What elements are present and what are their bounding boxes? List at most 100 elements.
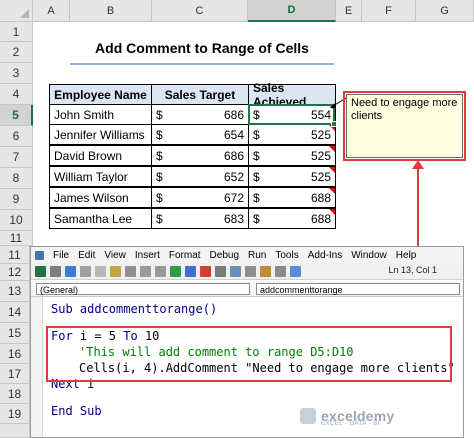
reset-icon[interactable] — [200, 265, 211, 277]
menu-view[interactable]: View — [104, 250, 126, 261]
cell-sales-achieved[interactable]: $525 — [248, 145, 336, 166]
row-header-19[interactable]: 19 — [0, 404, 30, 424]
column-header-a[interactable]: A — [33, 0, 70, 22]
find-icon[interactable] — [125, 265, 136, 277]
paste-icon[interactable] — [110, 265, 121, 277]
cell-employee-name[interactable]: James Wilson — [49, 187, 152, 208]
row-header-5[interactable]: 5 — [0, 105, 33, 126]
sales-target-value: 672 — [223, 190, 244, 205]
procedure-dropdown[interactable]: addcommenttorange — [256, 283, 460, 295]
row-header-3[interactable]: 3 — [0, 63, 33, 84]
column-header-d[interactable]: D — [248, 0, 336, 22]
redo-icon[interactable] — [155, 265, 166, 277]
comment-indicator-icon — [329, 209, 335, 215]
design-mode-icon[interactable] — [215, 265, 226, 277]
cell-sales-achieved[interactable]: $525 — [248, 166, 336, 187]
comment-indicator-icon — [329, 146, 335, 152]
cell-sales-achieved[interactable]: $688 — [248, 187, 336, 208]
object-dropdown[interactable]: (General) — [36, 283, 250, 295]
select-all-corner[interactable] — [0, 0, 33, 22]
watermark-logo: exceldemy EXCEL · DATA · BI — [300, 404, 440, 428]
cut-icon[interactable] — [80, 265, 91, 277]
cell-sales-target[interactable]: $654 — [151, 124, 249, 145]
break-icon[interactable] — [185, 265, 196, 277]
column-header-f[interactable]: F — [362, 0, 416, 22]
row-header-6[interactable]: 6 — [0, 126, 33, 147]
row-header-7[interactable]: 7 — [0, 147, 33, 168]
row-header-12[interactable]: 12 — [0, 264, 30, 281]
row-header-10[interactable]: 10 — [0, 210, 33, 231]
currency-symbol: $ — [156, 169, 163, 184]
column-header-c[interactable]: C — [152, 0, 248, 22]
sheet-title: Add Comment to Range of Cells — [95, 40, 309, 56]
comment-indicator-icon — [329, 167, 335, 173]
cell-employee-name[interactable]: Samantha Lee — [49, 208, 152, 229]
row-header-14[interactable]: 14 — [0, 302, 30, 323]
code-highlight-outline — [46, 326, 452, 382]
toolbox-icon[interactable] — [275, 265, 286, 277]
row-header-8[interactable]: 8 — [0, 168, 33, 189]
cell-employee-name[interactable]: David Brown — [49, 145, 152, 166]
row-header-16[interactable]: 16 — [0, 344, 30, 364]
help-icon[interactable] — [290, 265, 301, 277]
cell-sales-achieved[interactable]: $525 — [248, 124, 336, 145]
insert-module-icon[interactable] — [50, 265, 61, 277]
column-header-e[interactable]: E — [336, 0, 362, 22]
menu-tools[interactable]: Tools — [275, 250, 298, 261]
menu-window[interactable]: Window — [351, 250, 387, 261]
row-header-4[interactable]: 4 — [0, 84, 33, 105]
table-header-sales-achieved[interactable]: Sales Achieved — [248, 81, 336, 109]
fill-handle[interactable] — [331, 121, 337, 127]
column-header-g[interactable]: G — [416, 0, 474, 22]
sales-achieved-value: 688 — [310, 190, 331, 205]
watermark-subtitle: EXCEL · DATA · BI — [321, 421, 381, 427]
cell-employee-name[interactable]: William Taylor — [49, 166, 152, 187]
cell-employee-name[interactable]: Jennifer Williams — [49, 124, 152, 145]
currency-symbol: $ — [156, 211, 163, 226]
cell-sales-target[interactable]: $686 — [151, 145, 249, 166]
row-header-11[interactable]: 11 — [0, 231, 33, 246]
row-header-13[interactable]: 13 — [0, 281, 30, 302]
object-browser-icon[interactable] — [260, 265, 271, 277]
vba-toolbar: Ln 13, Col 1 — [31, 263, 463, 280]
project-explorer-icon[interactable] — [230, 265, 241, 277]
table-header-sales-target[interactable]: Sales Target — [151, 84, 249, 105]
row-header-9[interactable]: 9 — [0, 189, 33, 210]
row-header-11b[interactable]: 11 — [0, 246, 30, 264]
table-header-employee-name[interactable]: Employee Name — [49, 84, 152, 105]
row-header-20[interactable] — [0, 424, 30, 438]
row-header-17[interactable]: 17 — [0, 364, 30, 384]
cell-sales-target[interactable]: $686 — [151, 104, 249, 125]
excel-view-icon[interactable] — [35, 265, 46, 277]
code-margin — [31, 297, 43, 437]
cell-employee-name[interactable]: John Smith — [49, 104, 152, 125]
row-header-1[interactable]: 1 — [0, 22, 33, 42]
menu-format[interactable]: Format — [169, 250, 201, 261]
menu-add-ins[interactable]: Add-Ins — [308, 250, 342, 261]
comment-highlight-outline — [343, 91, 466, 161]
menu-edit[interactable]: Edit — [78, 250, 95, 261]
highlight-arrow-head-icon — [412, 160, 424, 169]
currency-symbol: $ — [253, 190, 260, 205]
row-header-15[interactable]: 15 — [0, 323, 30, 344]
properties-icon[interactable] — [245, 265, 256, 277]
cell-sales-target[interactable]: $652 — [151, 166, 249, 187]
undo-icon[interactable] — [140, 265, 151, 277]
row-header-2[interactable]: 2 — [0, 42, 33, 63]
cell-sales-target[interactable]: $672 — [151, 187, 249, 208]
menu-help[interactable]: Help — [396, 250, 417, 261]
menu-debug[interactable]: Debug — [210, 250, 239, 261]
run-icon[interactable] — [170, 265, 181, 277]
copy-icon[interactable] — [95, 265, 106, 277]
menu-run[interactable]: Run — [248, 250, 266, 261]
menu-insert[interactable]: Insert — [135, 250, 160, 261]
sales-target-value: 686 — [223, 107, 244, 122]
save-icon[interactable] — [65, 265, 76, 277]
cell-sales-target[interactable]: $683 — [151, 208, 249, 229]
cell-sales-achieved[interactable]: $688 — [248, 208, 336, 229]
exceldemy-logo-icon — [300, 408, 316, 424]
keyword: Sub addcommenttorange() — [51, 302, 218, 316]
row-header-18[interactable]: 18 — [0, 384, 30, 404]
column-header-b[interactable]: B — [70, 0, 152, 22]
menu-file[interactable]: File — [53, 250, 69, 261]
